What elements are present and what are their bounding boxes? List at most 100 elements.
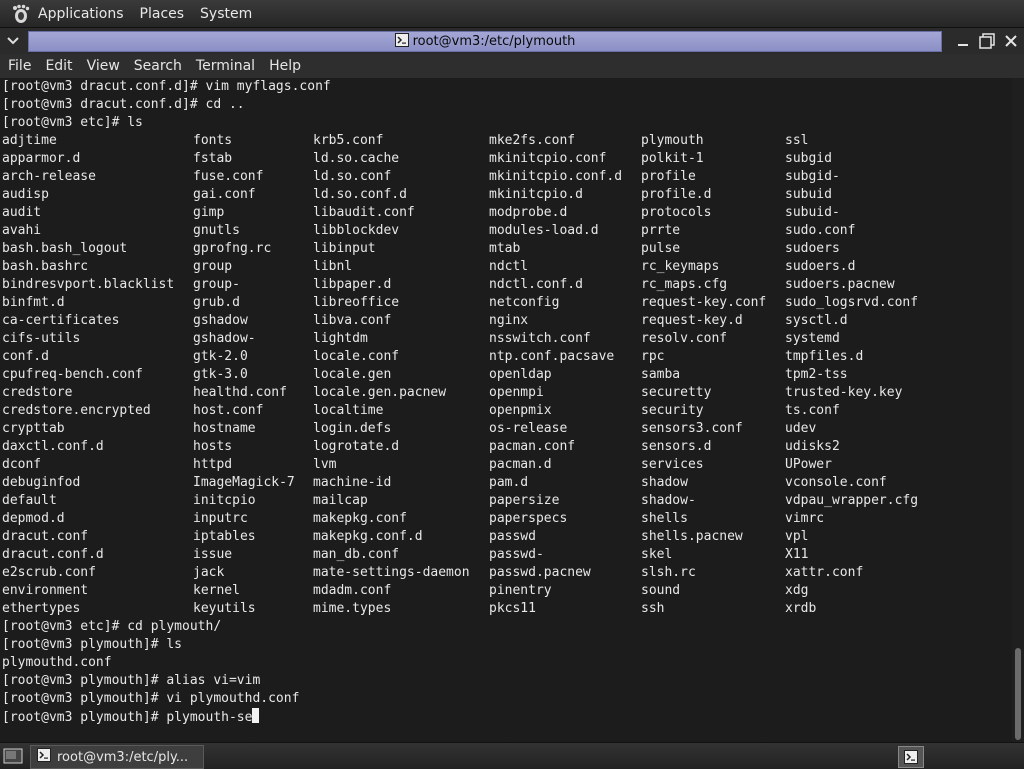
- ls-entry: e2scrub.conf: [2, 565, 96, 580]
- menu-search[interactable]: Search: [134, 58, 182, 74]
- ls-entry: openpmix: [489, 403, 552, 418]
- ls-entry: debuginfod: [2, 475, 81, 490]
- bottom-panel: root@vm3:/etc/ply...: [0, 742, 1024, 769]
- ls-entry: dracut.conf.d: [2, 547, 104, 562]
- ls-entry: X11: [785, 547, 809, 562]
- ls-entry: tmpfiles.d: [785, 349, 864, 364]
- ls-entry: gshadow: [193, 313, 248, 328]
- ls-entry: issue: [193, 547, 233, 562]
- ls-entry: mkinitcpio.d: [489, 187, 583, 202]
- ls-entry: fuse.conf: [193, 169, 264, 184]
- menu-help[interactable]: Help: [269, 58, 301, 74]
- ls-entry: gimp: [193, 205, 225, 220]
- ls-entry: slsh.rc: [641, 565, 696, 580]
- menu-places[interactable]: Places: [140, 6, 185, 22]
- ls-entry: krb5.conf: [313, 133, 384, 148]
- scrollbar-thumb[interactable]: [1015, 648, 1021, 740]
- ls-entry: sudo.conf: [785, 223, 856, 238]
- ls-entry: gtk-2.0: [193, 349, 248, 364]
- ls-entry: skel: [641, 547, 673, 562]
- menu-view[interactable]: View: [87, 58, 120, 74]
- menu-edit[interactable]: Edit: [45, 58, 72, 74]
- ls-entry: cifs-utils: [2, 331, 81, 346]
- ls-entry: hosts: [193, 439, 233, 454]
- ls-entry: pinentry: [489, 583, 552, 598]
- ls-entry: sensors3.conf: [641, 421, 743, 436]
- ls-entry: kernel: [193, 583, 240, 598]
- ls-entry: bash.bash_logout: [2, 241, 128, 256]
- ls-entry: paperspecs: [489, 511, 568, 526]
- ls-entry: crypttab: [2, 421, 65, 436]
- ls-entry: conf.d: [2, 349, 49, 364]
- window-title-box[interactable]: root@vm3:/etc/plymouth: [28, 31, 942, 52]
- ls-entry: libva.conf: [313, 313, 392, 328]
- ls-entry: profile: [641, 169, 696, 184]
- ls-entry: sudoers.d: [785, 259, 856, 274]
- ls-entry: dconf: [2, 457, 42, 472]
- top-panel: Applications Places System: [0, 0, 1024, 27]
- ls-entry: mke2fs.conf: [489, 133, 576, 148]
- ls-entry: group: [193, 259, 233, 274]
- ls-entry: shadow-: [641, 493, 696, 508]
- close-icon[interactable]: [1000, 31, 1022, 51]
- ls-entry: rc_keymaps: [641, 259, 720, 274]
- ls-entry: jack: [193, 565, 225, 580]
- terminal-line: [root@vm3 dracut.conf.d]# cd ..: [2, 97, 245, 112]
- ls-entry: libnl: [313, 259, 353, 274]
- ls-entry: xrdb: [785, 601, 817, 616]
- ls-entry: credstore: [2, 385, 73, 400]
- ls-entry: dracut.conf: [2, 529, 89, 544]
- ls-entry: plymouth: [641, 133, 704, 148]
- terminal-line: [root@vm3 plymouth]# ls: [2, 637, 183, 652]
- ls-entry: shells.pacnew: [641, 529, 743, 544]
- show-desktop-icon[interactable]: [2, 746, 24, 766]
- terminal-output[interactable]: [root@vm3 dracut.conf.d]# vim myflags.co…: [0, 78, 1012, 742]
- ls-entry: trusted-key.key: [785, 385, 903, 400]
- ls-entry: apparmor.d: [2, 151, 81, 166]
- ls-entry: libinput: [313, 241, 376, 256]
- taskbar-item-terminal[interactable]: root@vm3:/etc/ply...: [30, 745, 204, 769]
- menu-file[interactable]: File: [8, 58, 31, 74]
- ls-entry: udisks2: [785, 439, 840, 454]
- ls-entry: localtime: [313, 403, 384, 418]
- ls-entry: locale.gen.pacnew: [313, 385, 447, 400]
- ls-entry: polkit-1: [641, 151, 704, 166]
- ls-entry: shadow: [641, 475, 688, 490]
- maximize-icon[interactable]: [976, 31, 998, 51]
- ls-entry: depmod.d: [2, 511, 65, 526]
- ls-entry: gnutls: [193, 223, 240, 238]
- ls-entry: host.conf: [193, 403, 264, 418]
- ls-entry: ntp.conf.pacsave: [489, 349, 615, 364]
- ls-entry: mdadm.conf: [313, 583, 392, 598]
- gnome-foot-icon[interactable]: [10, 3, 32, 25]
- ls-entry: lightdm: [313, 331, 368, 346]
- ls-entry: locale.gen: [313, 367, 392, 382]
- ls-entry: openldap: [489, 367, 552, 382]
- ls-entry: makepkg.conf.d: [313, 529, 423, 544]
- ls-entry: fonts: [193, 133, 233, 148]
- minimize-icon[interactable]: [952, 31, 974, 51]
- chevron-down-icon[interactable]: [4, 32, 22, 50]
- ls-entry: gprofng.rc: [193, 241, 272, 256]
- ls-entry: passwd: [489, 529, 536, 544]
- ls-entry: sudoers: [785, 241, 840, 256]
- terminal-tray-icon[interactable]: [898, 746, 924, 768]
- menu-system[interactable]: System: [200, 6, 252, 22]
- terminal-line: plymouthd.conf: [2, 655, 112, 670]
- terminal-scrollbar[interactable]: [1012, 78, 1024, 742]
- ls-entry: httpd: [193, 457, 233, 472]
- ls-entry: gtk-3.0: [193, 367, 248, 382]
- ls-entry: sudoers.pacnew: [785, 277, 895, 292]
- ls-entry: environment: [2, 583, 89, 598]
- ls-entry: papersize: [489, 493, 560, 508]
- ls-entry: lvm: [313, 457, 337, 472]
- ls-entry: healthd.conf: [193, 385, 287, 400]
- ls-entry: securetty: [641, 385, 712, 400]
- window-titlebar[interactable]: root@vm3:/etc/plymouth: [0, 27, 1024, 55]
- ls-entry: ssh: [641, 601, 665, 616]
- terminal-prompt-line: [root@vm3 plymouth]# plymouth-se: [2, 708, 260, 726]
- ls-entry: ndctl: [489, 259, 529, 274]
- menu-applications[interactable]: Applications: [38, 6, 124, 22]
- menu-terminal[interactable]: Terminal: [196, 58, 255, 74]
- ls-entry: libaudit.conf: [313, 205, 415, 220]
